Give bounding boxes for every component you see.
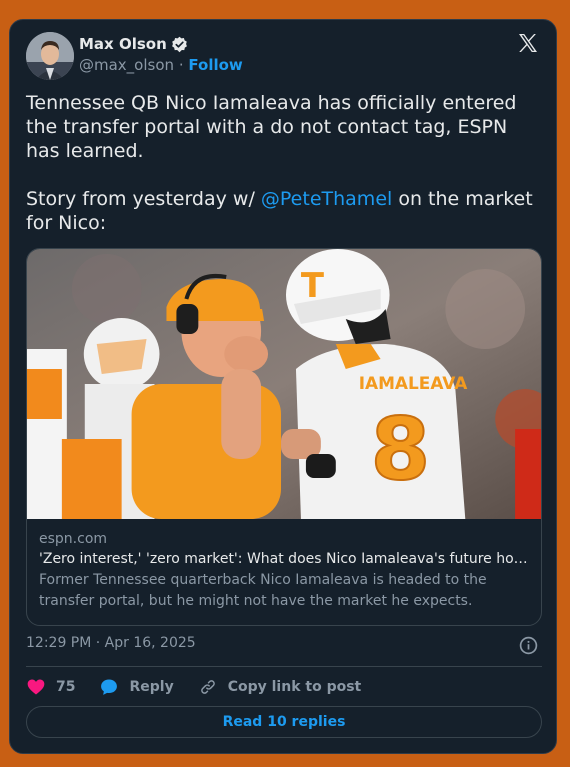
link-icon (200, 680, 215, 694)
article-image: T IAMALEAVA 8 (27, 249, 541, 519)
x-logo-icon[interactable] (516, 31, 540, 55)
verified-badge-icon (171, 36, 187, 52)
action-bar: 75 Reply Copy link to post (26, 676, 385, 698)
avatar[interactable] (26, 32, 74, 80)
link-meta: espn.com 'Zero interest,' 'zero market':… (27, 519, 541, 612)
link-preview-card[interactable]: T IAMALEAVA 8 espn.com 'Zero interest,' … (26, 248, 542, 626)
tweet-card: Max Olson @max_olson · Follow Tennessee … (9, 19, 557, 754)
tweet-paragraph-2: Story from yesterday w/ @PeteThamel on t… (26, 187, 541, 235)
copy-link-label: Copy link to post (227, 679, 362, 695)
read-replies-button[interactable]: Read 10 replies (26, 706, 542, 738)
tweet-paragraph-1: Tennessee QB Nico Iamaleava has official… (26, 92, 517, 162)
author-name[interactable]: Max Olson (79, 35, 167, 53)
tweet-text: Tennessee QB Nico Iamaleava has official… (26, 91, 541, 235)
svg-text:T: T (301, 267, 324, 306)
link-description: Former Tennessee quarterback Nico Iamale… (39, 572, 487, 609)
copy-link-button[interactable]: Copy link to post (198, 677, 362, 697)
jersey-name-text: IAMALEAVA (359, 373, 469, 393)
reply-button[interactable]: Reply (99, 677, 174, 697)
like-count: 75 (56, 679, 76, 695)
reply-label: Reply (129, 679, 174, 695)
avatar-photo (26, 32, 74, 80)
divider (26, 666, 542, 667)
author-name-row: Max Olson (79, 35, 188, 53)
link-title: 'Zero interest,' 'zero market': What doe… (39, 551, 529, 567)
author-handle[interactable]: @max_olson (79, 56, 174, 74)
info-icon[interactable] (519, 636, 538, 655)
follow-button[interactable]: Follow (188, 56, 242, 74)
tweet-timestamp[interactable]: 12:29 PM · Apr 16, 2025 (26, 635, 196, 651)
heart-icon (27, 679, 45, 695)
like-button[interactable]: 75 (26, 677, 75, 697)
reply-bubble-icon (101, 679, 118, 695)
jersey-number-text: 8 (371, 400, 431, 500)
tweet-text-part: Story from yesterday w/ (26, 188, 261, 210)
link-domain: espn.com (39, 531, 108, 547)
author-handle-row: @max_olson · Follow (79, 56, 243, 74)
mention-link[interactable]: @PeteThamel (261, 188, 392, 210)
handle-separator: · (178, 56, 184, 74)
